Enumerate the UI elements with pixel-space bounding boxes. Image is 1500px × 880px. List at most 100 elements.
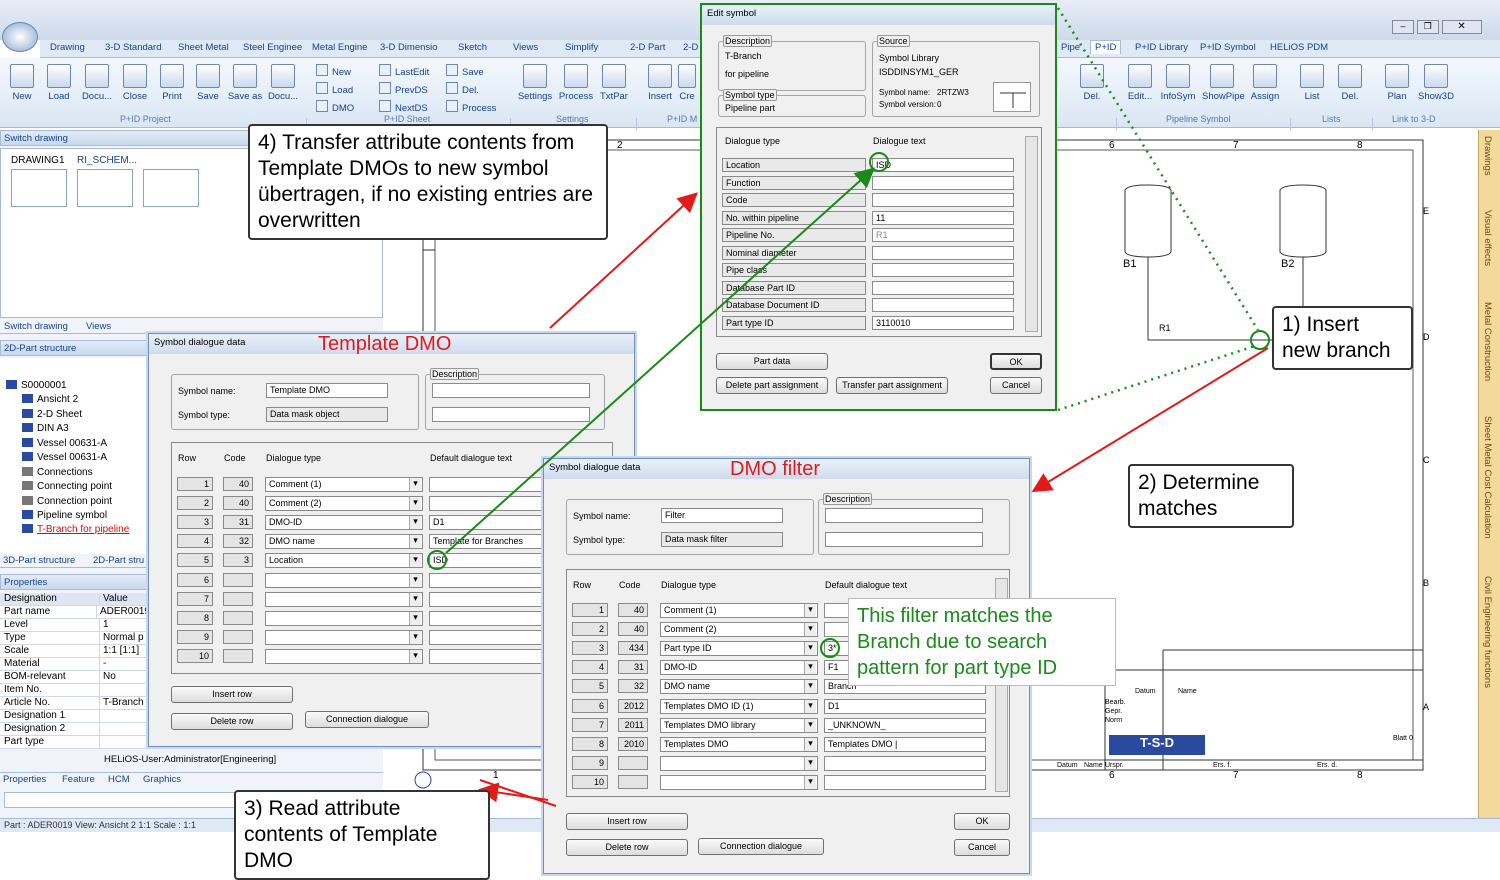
tree-item[interactable]: Pipeline symbol [22,510,107,521]
tab-feature[interactable]: Feature [62,774,95,785]
row-code[interactable] [223,591,253,606]
tab-2d-structure[interactable]: 2D-Part stru [93,555,144,566]
nextds-button[interactable]: NextDS [379,100,428,114]
part-data-button[interactable]: Part data [716,353,828,370]
tab-3d-structure[interactable]: 3D-Part structure [3,555,75,566]
default-text-field[interactable] [824,774,986,790]
connection-dialogue-button[interactable]: Connection dialogue [698,838,824,855]
ok-button[interactable]: OK [990,353,1042,370]
save-sheet-button[interactable]: Save [446,64,484,78]
tab-pid[interactable]: P+ID [1090,40,1122,54]
drawing-thumbnail[interactable] [11,169,67,207]
property-row[interactable]: Article No. T-Branch [0,697,150,710]
tab-hcm[interactable]: HCM [108,774,130,785]
delete-list-button[interactable]: Del. [1330,62,1370,102]
tree-item[interactable]: Connection point [22,496,112,507]
dialogue-type-select[interactable] [265,572,423,588]
ok-button[interactable]: OK [954,813,1010,830]
dialogue-type-select[interactable]: Comment (1) [265,477,423,492]
tab-switch-drawing[interactable]: Switch drawing [4,321,68,332]
transfer-part-assignment-button[interactable]: Transfer part assignment [836,377,948,394]
tree-item[interactable]: Connections [22,467,93,478]
description-field-2[interactable] [825,532,983,547]
close-button[interactable]: ✕ [1441,20,1482,34]
row-code[interactable]: 2011 [618,717,648,732]
vtab-metal-construction[interactable]: Metal Construction [1482,302,1493,381]
tab-steel-engineering[interactable]: Steel Enginee [243,42,302,53]
txtpar-button[interactable]: TxtPar [594,62,634,102]
row-code[interactable]: 40 [618,622,648,637]
tree-item[interactable]: S0000001 [6,380,67,391]
row-code[interactable] [223,610,253,625]
delete-row-button[interactable]: Delete row [566,839,688,856]
property-row[interactable]: Designation 2 [0,723,150,736]
vtab-civil-engineering[interactable]: Civil Engineering functions [1482,576,1493,688]
attribute-value-field[interactable]: 3110010 [872,315,1014,330]
dialogue-type-select[interactable]: Location [265,553,423,569]
description-field-1[interactable] [825,508,983,523]
tab-sketch[interactable]: Sketch [458,42,487,53]
print-button[interactable]: Print [152,62,192,102]
row-code[interactable]: 40 [618,603,648,617]
app-logo[interactable] [2,22,38,52]
tree-item[interactable]: Vessel 00631-A [22,452,107,463]
dialogue-type-select[interactable]: Comment (2) [660,622,818,638]
dmo-button[interactable]: DMO [316,100,354,114]
vtab-drawings[interactable]: Drawings [1482,136,1493,176]
minimize-button[interactable]: – [1392,20,1414,34]
property-row[interactable]: Designation 1 [0,710,150,723]
new-button[interactable]: New [2,62,42,102]
attribute-value-field[interactable] [872,193,1014,207]
tab-views[interactable]: Views [513,42,538,53]
tab-graphics[interactable]: Graphics [143,774,181,785]
row-code[interactable]: 2012 [618,698,648,713]
row-code[interactable] [223,629,253,644]
tab-pid-library[interactable]: P+ID Library [1135,42,1188,53]
scrollbar[interactable] [1025,136,1038,332]
row-code[interactable]: 434 [618,641,648,656]
vtab-visual-effects[interactable]: Visual effects [1482,210,1493,266]
tree-item[interactable]: Vessel 00631-A [22,438,107,449]
docu2-button[interactable]: Docu... [263,62,303,102]
tab-simplify[interactable]: Simplify [565,42,598,53]
dialogue-type-select[interactable]: Templates DMO [660,736,818,752]
tab-2d-part[interactable]: 2-D Part [630,42,665,53]
dialogue-type-select[interactable]: Comment (2) [265,496,423,512]
tab-3d-dimension[interactable]: 3-D Dimensio [380,42,438,53]
default-text-field[interactable] [824,755,986,771]
row-code[interactable]: 31 [618,660,648,675]
cancel-button[interactable]: Cancel [990,377,1042,394]
tree-item[interactable]: DIN A3 [22,423,69,434]
plan-button[interactable]: Plan [1377,62,1417,102]
tree-item[interactable]: Ansicht 2 [22,394,78,405]
description-field-2[interactable] [432,407,590,422]
attribute-value-field[interactable] [872,298,1014,312]
row-code[interactable] [223,648,253,663]
default-text-field[interactable]: _UNKNOWN_ [824,717,986,733]
prevds-button[interactable]: PrevDS [379,82,428,96]
tab-pid-symbol[interactable]: P+ID Symbol [1200,42,1256,53]
process-sheet-button[interactable]: Process [446,100,496,114]
show3d-button[interactable]: Show3D [1416,62,1456,102]
tab-3d-standard[interactable]: 3-D Standard [105,42,162,53]
insert-row-button[interactable]: Insert row [171,686,293,703]
load-sheet-button[interactable]: Load [316,82,353,96]
attribute-value-field[interactable] [872,245,1014,260]
tree-item[interactable]: Connecting point [22,481,112,492]
property-row[interactable]: Item No. [0,684,150,697]
tab-helios-pdm[interactable]: HELiOS PDM [1270,42,1328,53]
attribute-value-field[interactable]: ISD [872,158,1014,172]
default-text-field[interactable]: Templates DMO | [824,736,986,752]
delete-part-assignment-button[interactable]: Delete part assignment [716,377,828,394]
tree-item[interactable]: 2-D Sheet [22,409,82,420]
property-row[interactable]: Type Normal p [0,632,150,645]
edit-button[interactable]: Edit... [1120,62,1160,102]
load-button[interactable]: Load [39,62,79,102]
dialogue-type-select[interactable] [265,629,423,645]
lastedit-button[interactable]: LastEdit [379,64,429,78]
default-text-field[interactable]: D1 [824,698,986,714]
dialogue-type-select[interactable] [265,591,423,607]
dialogue-type-select[interactable]: Templates DMO library [660,717,818,733]
create-button[interactable]: Cre [676,62,698,102]
property-row[interactable]: Part name ADER0019 [0,606,150,619]
